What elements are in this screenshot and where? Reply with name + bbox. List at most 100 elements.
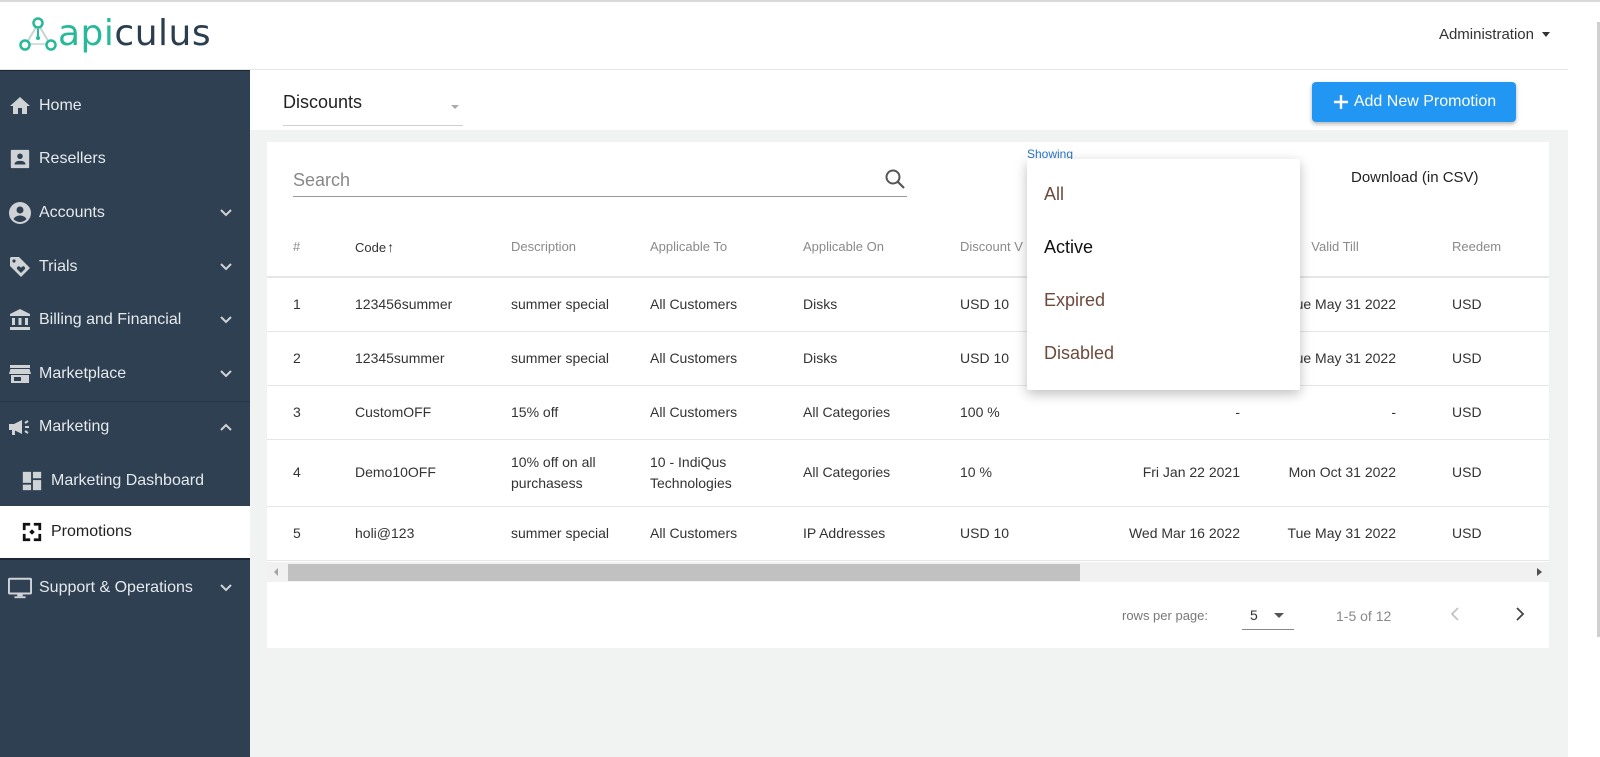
horizontal-scrollbar[interactable] (267, 562, 1549, 582)
cell-valid-from: Wed Mar 16 2022 (1097, 506, 1240, 561)
cell-code: Demo10OFF (355, 439, 511, 507)
cell-applicable-to: All Customers (650, 277, 803, 332)
sidebar-item-billing[interactable]: Billing and Financial (0, 293, 250, 347)
add-new-promotion-label: Add New Promotion (1353, 93, 1497, 110)
network-nodes-icon (19, 17, 57, 51)
cell-description: 15% off (511, 385, 650, 440)
cell-valid-till: Tue May 31 2022 (1240, 506, 1430, 561)
search-field[interactable] (293, 166, 907, 197)
chevron-down-icon (220, 263, 232, 271)
cell-applicable-to: All Customers (650, 506, 803, 561)
sidebar-item-label: Marketplace (39, 365, 127, 382)
vertical-scrollbar[interactable] (1568, 2, 1600, 757)
account-circle-icon (8, 201, 32, 225)
scroll-left-arrow-icon[interactable] (274, 568, 278, 576)
table-row[interactable]: 5 holi@123 summer special All Customers IP A… (267, 506, 1549, 561)
status-option-expired[interactable]: Expired (1027, 274, 1300, 327)
table-row[interactable]: 4 Demo10OFF 10% off on all purchasess 10 - … (267, 439, 1549, 507)
status-option-active[interactable]: Active (1027, 221, 1300, 274)
search-icon[interactable] (883, 167, 907, 191)
sidebar-item-label: Resellers (39, 150, 106, 167)
sidebar-item-trials[interactable]: Trials (0, 240, 250, 294)
sort-ascending-icon[interactable]: ↑ (387, 239, 394, 255)
cell-number: 3 (267, 385, 355, 440)
sidebar-item-label: Support & Operations (39, 579, 193, 596)
contact-card-icon (8, 147, 32, 171)
sidebar-item-marketing[interactable]: Marketing (0, 400, 250, 454)
cell-number: 1 (267, 277, 355, 332)
cell-applicable-to: 10 - IndiQus Technologies (650, 439, 803, 507)
pagination: rows per page: 5 1-5 of 12 (267, 582, 1549, 648)
apiculus-logo[interactable]: apiculus (18, 16, 211, 52)
bank-icon (8, 308, 32, 332)
cell-code: 12345summer (355, 331, 511, 386)
column-header-redeem[interactable]: Reedem (1430, 217, 1549, 278)
logo-text-api: api (58, 13, 115, 54)
status-option-all[interactable]: All (1027, 168, 1300, 221)
chevron-up-icon (220, 423, 232, 431)
cell-redeem: USD (1430, 439, 1549, 507)
table-row[interactable]: 1 123456summer summer special All Customers… (267, 277, 1549, 332)
chevron-down-icon (220, 209, 232, 217)
cell-valid-till: - (1240, 385, 1430, 440)
monitor-icon (8, 576, 32, 600)
cell-valid-till: Mon Oct 31 2022 (1240, 439, 1430, 507)
caret-down-icon (1274, 613, 1284, 618)
column-header-description[interactable]: Description (511, 217, 650, 278)
add-new-promotion-button[interactable]: Add New Promotion (1312, 82, 1516, 122)
caret-down-icon (451, 105, 459, 109)
sidebar-item-support[interactable]: Support & Operations (0, 561, 250, 615)
sidebar-item-resellers[interactable]: Resellers (0, 132, 250, 186)
chevron-down-icon (220, 370, 232, 378)
sidebar-item-label: Home (39, 97, 82, 114)
cell-code: holi@123 (355, 506, 511, 561)
administration-menu[interactable]: Administration (1439, 26, 1550, 43)
app-header: apiculus Administration (0, 2, 1568, 70)
store-icon (8, 362, 32, 386)
sidebar-item-marketing-dashboard[interactable]: Marketing Dashboard (0, 454, 250, 508)
status-filter-menu: All Active Expired Disabled (1027, 159, 1300, 390)
logo-text-culus: culus (114, 13, 212, 54)
chevron-down-icon (220, 316, 232, 324)
column-header-code[interactable]: Code↑ (355, 217, 511, 278)
column-header-applicable-to[interactable]: Applicable To (650, 217, 803, 278)
cell-code: 123456summer (355, 277, 511, 332)
table-header-row: # Code↑ Description Applicable To Applic… (267, 217, 1549, 278)
column-header-code-label: Code (355, 239, 387, 255)
sidebar-item-accounts[interactable]: Accounts (0, 186, 250, 240)
caret-down-icon (1542, 32, 1550, 37)
table-row[interactable]: 3 CustomOFF 15% off All Customers All Catego… (267, 385, 1549, 440)
column-header-number[interactable]: # (267, 217, 355, 278)
table-row[interactable]: 2 12345summer summer special All Customers D… (267, 331, 1549, 386)
cell-redeem: USD (1430, 277, 1549, 332)
scroll-right-arrow-icon[interactable] (1537, 568, 1542, 576)
cell-redeem: USD (1430, 331, 1549, 386)
promotions-table: # Code↑ Description Applicable To Applic… (267, 217, 1549, 562)
sidebar-item-marketplace[interactable]: Marketplace (0, 347, 250, 401)
cell-applicable-to: All Customers (650, 385, 803, 440)
cell-applicable-on: All Categories (803, 385, 960, 440)
sidebar-item-promotions[interactable]: Promotions (0, 506, 250, 560)
rows-per-page-label: rows per page: (1122, 608, 1208, 623)
cell-description: summer special (511, 277, 650, 332)
column-header-applicable-on[interactable]: Applicable On (803, 217, 960, 278)
promotions-icon (20, 520, 44, 544)
promotion-type-select[interactable]: Discounts (283, 92, 463, 126)
horizontal-scrollbar-thumb[interactable] (288, 564, 1080, 581)
cell-description: summer special (511, 331, 650, 386)
plus-icon (1333, 95, 1348, 109)
chevron-right-icon[interactable] (1510, 602, 1530, 626)
cell-discount-value: 10 % (960, 439, 1097, 507)
cell-code: CustomOFF (355, 385, 511, 440)
sidebar-item-home[interactable]: Home (0, 79, 250, 133)
rows-per-page-select[interactable]: 5 (1242, 600, 1294, 630)
sidebar-item-label: Marketing Dashboard (51, 472, 204, 489)
chevron-left-icon[interactable] (1445, 602, 1465, 626)
search-input[interactable] (293, 166, 863, 194)
cell-description: summer special (511, 506, 650, 561)
megaphone-icon (8, 415, 32, 439)
download-csv-button[interactable]: Download (in CSV) (1351, 169, 1479, 186)
cell-number: 4 (267, 439, 355, 507)
cell-redeem: USD (1430, 506, 1549, 561)
status-option-disabled[interactable]: Disabled (1027, 327, 1300, 380)
